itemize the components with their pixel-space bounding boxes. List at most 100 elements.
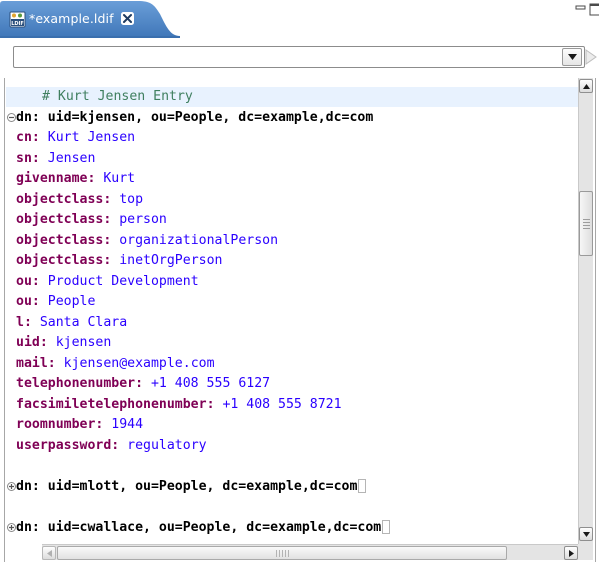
attribute-value: Santa Clara: [39, 314, 128, 330]
vertical-scrollbar[interactable]: [578, 78, 593, 544]
attribute-name: sn: [16, 150, 32, 166]
ldif-editor-window: LDIF *example.ldif # Kurt Jensen Entry d…: [0, 0, 599, 562]
dn-line-content: dn: uid=cwallace, ou=People, dc=example,…: [16, 518, 391, 538]
attribute-separator: :: [31, 150, 48, 166]
chevron-left-icon: [47, 550, 52, 557]
attribute-content: userpassword: regulatory: [16, 436, 207, 456]
navigation-dropdown-button[interactable]: [562, 48, 582, 66]
attribute-content: cn: Kurt Jensen: [16, 128, 135, 148]
attribute-name: mail: [16, 355, 48, 371]
tab-example-ldif[interactable]: LDIF *example.ldif: [0, 0, 180, 38]
expand-icon[interactable]: [7, 522, 16, 532]
attribute-separator: :: [135, 376, 151, 391]
attribute-name: givenname: [16, 171, 88, 186]
scrollbar-corner: [578, 544, 593, 560]
horizontal-scroll-thumb[interactable]: [57, 546, 507, 560]
ldif-attribute-line: facsimiletelephonenumber: +1 408 555 872…: [6, 395, 578, 415]
scroll-left-button[interactable]: [42, 546, 56, 560]
attribute-name: uid: [16, 335, 40, 350]
attribute-separator: :: [103, 212, 120, 227]
attribute-name: objectclass: [16, 191, 104, 207]
ldif-editor: # Kurt Jensen Entry dn: uid=kjensen, ou=P…: [4, 78, 599, 562]
attribute-value: kjensen@example.com: [63, 355, 215, 371]
ldif-attribute-line: objectclass: inetOrgPerson: [6, 251, 578, 271]
attribute-value: organizationalPerson: [119, 232, 279, 248]
attribute-name: facsimiletelephonenumber: [16, 396, 207, 412]
scroll-up-button[interactable]: [579, 79, 593, 93]
attribute-content: objectclass: organizationalPerson: [16, 231, 278, 251]
attribute-separator: :: [103, 191, 120, 207]
thumb-grip: [285, 550, 286, 557]
attribute-separator: :: [31, 130, 48, 145]
dn-text: dn: uid=kjensen, ou=People, dc=example,d…: [16, 109, 374, 125]
attribute-content: ou: Product Development: [16, 272, 199, 292]
attribute-content: l: Santa Clara: [16, 313, 127, 333]
minimize-icon[interactable]: [575, 3, 587, 13]
attribute-name: ou: [16, 273, 32, 289]
ldif-attribute-line: ou: People: [6, 292, 578, 312]
attribute-separator: :: [23, 314, 40, 330]
attribute-name: roomnumber: [16, 417, 96, 432]
text-area[interactable]: # Kurt Jensen Entry dn: uid=kjensen, ou=P…: [6, 78, 578, 544]
attribute-value: inetOrgPerson: [119, 253, 223, 268]
thumb-grip: [583, 228, 590, 229]
vertical-scroll-thumb[interactable]: [579, 191, 593, 256]
attribute-separator: :: [206, 396, 223, 412]
attribute-name: cn: [16, 130, 32, 145]
attribute-value: Kurt: [103, 171, 136, 186]
ldif-attribute-line: uid: kjensen: [6, 333, 578, 353]
attribute-value: top: [119, 191, 144, 207]
attribute-name: userpassword: [16, 437, 112, 453]
attribute-content: roomnumber: 1944: [16, 415, 143, 435]
ldif-entry-dn-line: dn: uid=mlott, ou=People, dc=example,dc=…: [6, 477, 578, 497]
ldif-attribute-line: cn: Kurt Jensen: [6, 128, 578, 148]
attribute-name: ou: [16, 294, 32, 309]
attribute-name: telephonenumber: [16, 376, 136, 391]
play-icon[interactable]: [584, 48, 598, 66]
ldif-attribute-line: roomnumber: 1944: [6, 415, 578, 435]
attribute-separator: :: [103, 253, 120, 268]
collapse-icon[interactable]: [7, 112, 16, 122]
dn-text: dn: uid=mlott, ou=People, dc=example,dc=…: [16, 478, 358, 494]
expand-icon[interactable]: [7, 481, 16, 491]
comment-text: # Kurt Jensen Entry: [42, 89, 193, 104]
attribute-separator: :: [39, 335, 56, 350]
close-icon[interactable]: [121, 12, 134, 25]
ldif-attribute-line: objectclass: organizationalPerson: [6, 231, 578, 251]
scroll-down-button[interactable]: [579, 527, 593, 541]
folded-content-marker[interactable]: [358, 478, 367, 493]
thumb-grip: [583, 222, 590, 223]
attribute-content: telephonenumber: +1 408 555 6127: [16, 374, 270, 394]
navigation-input[interactable]: [16, 48, 562, 66]
attribute-value: regulatory: [127, 437, 207, 453]
attribute-separator: :: [103, 232, 120, 248]
ldif-attribute-line: givenname: Kurt: [6, 169, 578, 189]
attribute-content: uid: kjensen: [16, 333, 111, 353]
attribute-value: +1 408 555 8721: [222, 396, 342, 412]
attribute-separator: :: [31, 273, 48, 289]
attribute-content: objectclass: top: [16, 190, 143, 210]
attribute-separator: :: [95, 417, 112, 432]
chevron-down-icon: [568, 54, 577, 60]
thumb-grip: [288, 550, 289, 557]
folded-content-marker[interactable]: [382, 519, 391, 534]
attribute-content: mail: kjensen@example.com: [16, 354, 215, 374]
horizontal-scrollbar[interactable]: [42, 544, 578, 560]
comment-line: # Kurt Jensen Entry: [6, 87, 578, 107]
attribute-value: kjensen: [55, 335, 112, 350]
attribute-name: l: [16, 314, 24, 330]
dn-text: dn: uid=cwallace, ou=People, dc=example,…: [16, 519, 382, 535]
thumb-grip: [279, 550, 280, 557]
attribute-name: objectclass: [16, 253, 104, 268]
attribute-value: People: [47, 294, 96, 309]
navigation-combo[interactable]: [13, 46, 585, 68]
attribute-separator: :: [111, 437, 128, 453]
maximize-icon[interactable]: [589, 2, 599, 16]
chevron-up-icon: [583, 84, 590, 89]
editor-frame: # Kurt Jensen Entry dn: uid=kjensen, ou=P…: [4, 78, 596, 562]
ldif-file-icon: LDIF: [9, 11, 26, 28]
tab-title: *example.ldif: [29, 11, 114, 26]
scroll-right-button[interactable]: [564, 546, 578, 560]
